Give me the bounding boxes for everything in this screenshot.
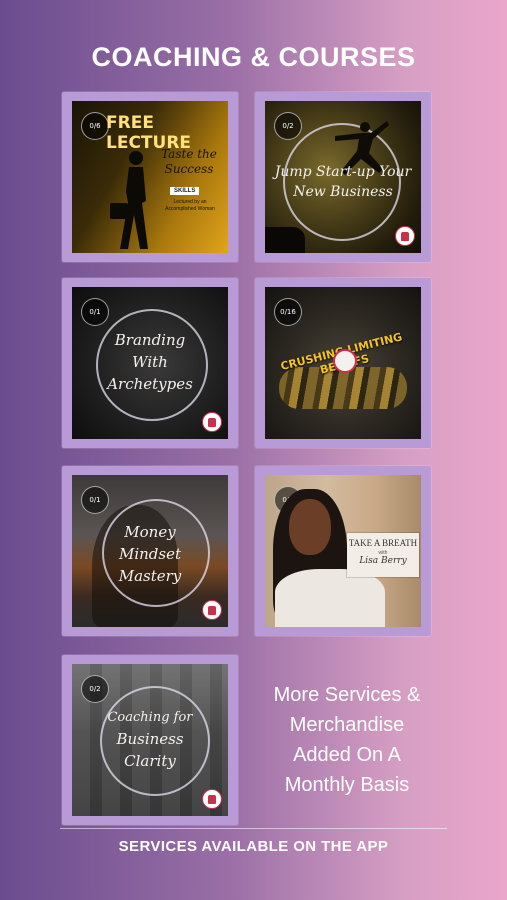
center-badge-icon: [333, 349, 357, 373]
course-title-line3: Clarity: [124, 752, 176, 770]
brand-logo-icon: [395, 226, 415, 246]
course-card-limiting-beliefs[interactable]: 0/16 CRUSHING LIMITING BELIEFS: [255, 278, 431, 448]
course-title-line1: Money: [124, 523, 176, 541]
course-card-free-lecture[interactable]: 0/6 FREE LECTURE Taste the Success SKILL…: [62, 92, 238, 262]
portrait-sweater: [275, 569, 385, 627]
course-card-branding[interactable]: 0/1 Branding With Archetypes: [62, 278, 238, 448]
author-name: Lisa Berry: [359, 556, 407, 566]
brand-logo-icon: [202, 412, 222, 432]
course-card-money-mindset[interactable]: 0/1 Money Mindset Mastery: [62, 466, 238, 636]
portrait-face: [289, 499, 331, 555]
progress-badge: 0/2: [274, 112, 302, 140]
brand-logo-icon: [202, 600, 222, 620]
course-card-jump-start[interactable]: 0/2 Jump Start-up Your New Business: [255, 92, 431, 262]
progress-badge: 0/1: [81, 298, 109, 326]
woman-silhouette-icon: [110, 151, 148, 249]
lecture-tag: SKILLS: [170, 187, 200, 195]
more-services-line1: More Services &: [273, 684, 421, 706]
course-title-line2: New Business: [293, 184, 393, 200]
course-thumbnail: 0/16 CRUSHING LIMITING BELIEFS: [265, 287, 421, 439]
course-card-business-clarity[interactable]: 0/2 Coaching for Business Clarity: [62, 655, 238, 825]
course-title: TAKE A BREATH: [348, 538, 418, 548]
more-services-text: More Services & Merchandise Added On A M…: [247, 680, 447, 800]
course-thumbnail: 0/4 TAKE A BREATH with Lisa Berry: [265, 475, 421, 627]
progress-badge: 0/16: [274, 298, 302, 326]
more-services-line2: Merchandise: [289, 714, 405, 736]
course-thumbnail: 0/1 Money Mindset Mastery: [72, 475, 228, 627]
brand-logo-icon: [202, 789, 222, 809]
progress-badge: 0/1: [81, 486, 109, 514]
footer-text: SERVICES AVAILABLE ON THE APP: [118, 838, 389, 855]
course-thumbnail: 0/1 Branding With Archetypes: [72, 287, 228, 439]
more-services-line3: Added On A: [293, 744, 401, 766]
page-title: COACHING & COURSES: [91, 42, 416, 72]
course-title-line3: Mastery: [118, 567, 182, 585]
course-title-line2: Business: [116, 730, 184, 748]
course-thumbnail: 0/6 FREE LECTURE Taste the Success SKILL…: [72, 101, 228, 253]
course-title-line3: Archetypes: [107, 375, 193, 393]
course-title-line1: Jump Start-up Your: [274, 164, 412, 180]
divider: [60, 828, 447, 829]
course-card-take-a-breath[interactable]: 0/4 TAKE A BREATH with Lisa Berry: [255, 466, 431, 636]
title-box: TAKE A BREATH with Lisa Berry: [347, 533, 419, 577]
more-services-line4: Monthly Basis: [284, 774, 410, 796]
course-title-line2: With: [132, 353, 168, 371]
lecture-note: Lectured by an Accomplished Woman: [165, 199, 215, 212]
lecture-subtitle: Taste the Success: [161, 147, 217, 176]
course-title-line1: Branding: [114, 331, 186, 349]
progress-badge: 0/2: [81, 675, 109, 703]
course-thumbnail: 0/2 Jump Start-up Your New Business: [265, 101, 421, 253]
course-title-line2: Mindset: [118, 545, 182, 563]
course-title-line1: Coaching for: [107, 710, 193, 725]
cliff-shape: [265, 227, 305, 253]
course-thumbnail: 0/2 Coaching for Business Clarity: [72, 664, 228, 816]
progress-badge: 0/6: [81, 112, 109, 140]
